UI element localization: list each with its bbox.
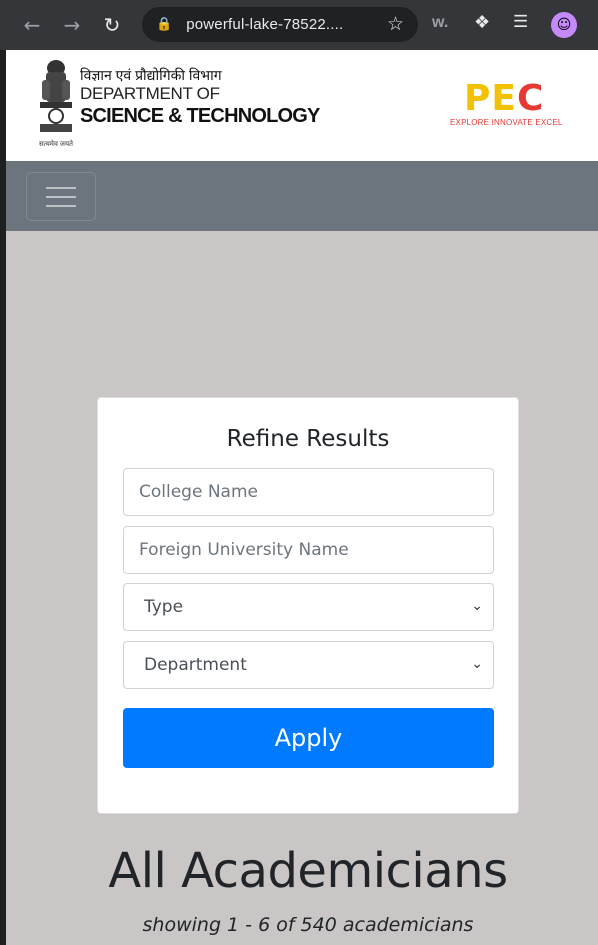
- apply-button[interactable]: Apply: [123, 708, 494, 768]
- browser-toolbar: ← → ↻ 🔒 powerful-lake-78522.... ☆ w. ❖ ☰…: [0, 0, 598, 50]
- foreign-university-input[interactable]: Foreign University Name: [123, 526, 494, 574]
- navbar: [6, 161, 598, 231]
- results-count: showing 1 - 6 of 540 academicians: [142, 914, 474, 936]
- dst-logo-text: विज्ञान एवं प्रौद्योगिकी विभाग DEPARTMEN…: [80, 66, 320, 128]
- pec-logo: PEC EXPLORE INNOVATE EXCEL: [450, 80, 570, 130]
- emblem-motto: सत्यमेव जयते: [39, 139, 74, 148]
- address-bar[interactable]: 🔒 powerful-lake-78522.... ☆: [142, 7, 418, 42]
- department-select[interactable]: Department ⌄: [123, 641, 494, 689]
- dst-hindi-title: विज्ञान एवं प्रौद्योगिकी विभाग: [80, 67, 222, 83]
- browser-window: ← → ↻ 🔒 powerful-lake-78522.... ☆ w. ❖ ☰…: [0, 0, 598, 945]
- bookmark-star-icon[interactable]: ☆: [387, 13, 404, 35]
- dst-title-line2: SCIENCE & TECHNOLOGY: [80, 105, 320, 127]
- extension-w-icon[interactable]: w.: [432, 14, 448, 32]
- hamburger-line: [46, 195, 76, 198]
- foreign-university-placeholder: Foreign University Name: [139, 540, 349, 560]
- profile-avatar[interactable]: ☺: [551, 12, 577, 38]
- extensions-puzzle-icon[interactable]: ❖: [474, 12, 490, 33]
- college-name-placeholder: College Name: [139, 482, 258, 502]
- college-name-input[interactable]: College Name: [123, 468, 494, 516]
- type-select-value: Type: [144, 597, 184, 617]
- refine-results-title: Refine Results: [226, 426, 390, 452]
- pec-tagline: EXPLORE INNOVATE EXCEL: [450, 118, 563, 127]
- chevron-down-icon: ⌄: [471, 598, 483, 614]
- refine-results-card: Refine Results College Name Foreign Univ…: [97, 397, 519, 814]
- hamburger-line: [46, 204, 76, 207]
- hamburger-menu-button[interactable]: [26, 172, 96, 221]
- forward-icon[interactable]: →: [56, 9, 88, 41]
- type-select[interactable]: Type ⌄: [123, 583, 494, 631]
- dst-title-line1: DEPARTMENT OF: [80, 84, 220, 103]
- national-emblem-icon: सत्यमेव जयते: [39, 60, 74, 148]
- web-page: सत्यमेव जयते विज्ञान एवं प्रौद्योगिकी वि…: [6, 50, 598, 945]
- pec-logo-pe: PE: [464, 78, 517, 119]
- hamburger-line: [46, 186, 76, 189]
- url-text: powerful-lake-78522....: [186, 16, 344, 33]
- pec-logo-c: C: [516, 78, 545, 119]
- chevron-down-icon: ⌄: [471, 656, 483, 672]
- department-select-value: Department: [144, 655, 247, 675]
- reload-icon[interactable]: ↻: [96, 9, 128, 41]
- page-title: All Academicians: [108, 843, 508, 899]
- lock-icon: 🔒: [156, 17, 173, 32]
- brand-header: सत्यमेव जयते विज्ञान एवं प्रौद्योगिकी वि…: [6, 50, 598, 161]
- media-control-icon[interactable]: ☰: [513, 12, 528, 32]
- back-icon[interactable]: ←: [16, 9, 48, 41]
